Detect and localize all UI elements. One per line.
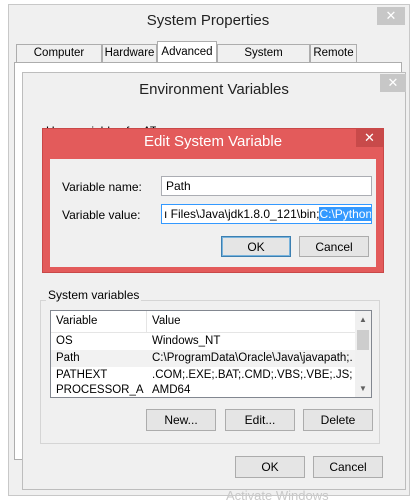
column-header-value[interactable]: Value (152, 315, 352, 327)
column-header-variable[interactable]: Variable (56, 315, 144, 327)
system-properties-title: System Properties (146, 12, 270, 29)
variable-value-input[interactable]: ı Files\Java\jdk1.8.0_121\bin;C:\Python3… (161, 204, 372, 224)
scroll-down-arrow-icon[interactable]: ▼ (355, 382, 371, 396)
scroll-thumb[interactable] (357, 330, 369, 350)
env-cancel-button[interactable]: Cancel (313, 456, 383, 478)
column-header-divider (146, 311, 147, 332)
edit-dialog-title: Edit System Variable (143, 133, 283, 150)
activate-windows-watermark: Activate Windows (226, 488, 329, 503)
tab-system-protection[interactable]: System Protection (217, 44, 310, 76)
variable-name-label: Variable name: (62, 180, 142, 194)
row-variable: Path (56, 352, 80, 364)
variable-value-selection: C:\Python36 (319, 207, 371, 221)
row-value: C:\ProgramData\Oracle\Java\javapath;... (152, 352, 352, 364)
variable-name-input[interactable]: Path (161, 176, 372, 196)
edit-cancel-button[interactable]: Cancel (299, 236, 369, 257)
row-value: Windows_NT (152, 335, 221, 347)
row-value: AMD64 (152, 384, 191, 396)
tab-advanced[interactable]: Advanced (157, 41, 217, 62)
tab-computer-name[interactable]: Computer Name (16, 44, 102, 76)
row-variable: PROCESSOR_A... (56, 384, 144, 396)
system-properties-close-icon[interactable]: ✕ (377, 7, 405, 25)
variable-value-text: ı Files\Java\jdk1.8.0_121\bin; (164, 207, 320, 221)
row-value: .COM;.EXE;.BAT;.CMD;.VBS;.VBE;.JS;.... (152, 369, 352, 381)
variable-value-label: Variable value: (62, 208, 141, 222)
system-variables-label: System variables (46, 288, 142, 302)
new-variable-button[interactable]: New... (146, 409, 216, 431)
delete-variable-button[interactable]: Delete (303, 409, 373, 431)
edit-variable-button[interactable]: Edit... (225, 409, 295, 431)
row-variable: OS (56, 335, 73, 347)
env-ok-button[interactable]: OK (235, 456, 305, 478)
edit-dialog-close-icon[interactable]: ✕ (356, 129, 383, 147)
environment-variables-title: Environment Variables (139, 81, 289, 98)
row-variable: PATHEXT (56, 369, 108, 381)
tab-hardware[interactable]: Hardware (102, 44, 157, 62)
tab-remote[interactable]: Remote (310, 44, 357, 62)
scroll-up-arrow-icon[interactable]: ▲ (355, 313, 371, 327)
edit-ok-button[interactable]: OK (221, 236, 291, 257)
environment-variables-close-icon[interactable]: ✕ (380, 74, 406, 92)
